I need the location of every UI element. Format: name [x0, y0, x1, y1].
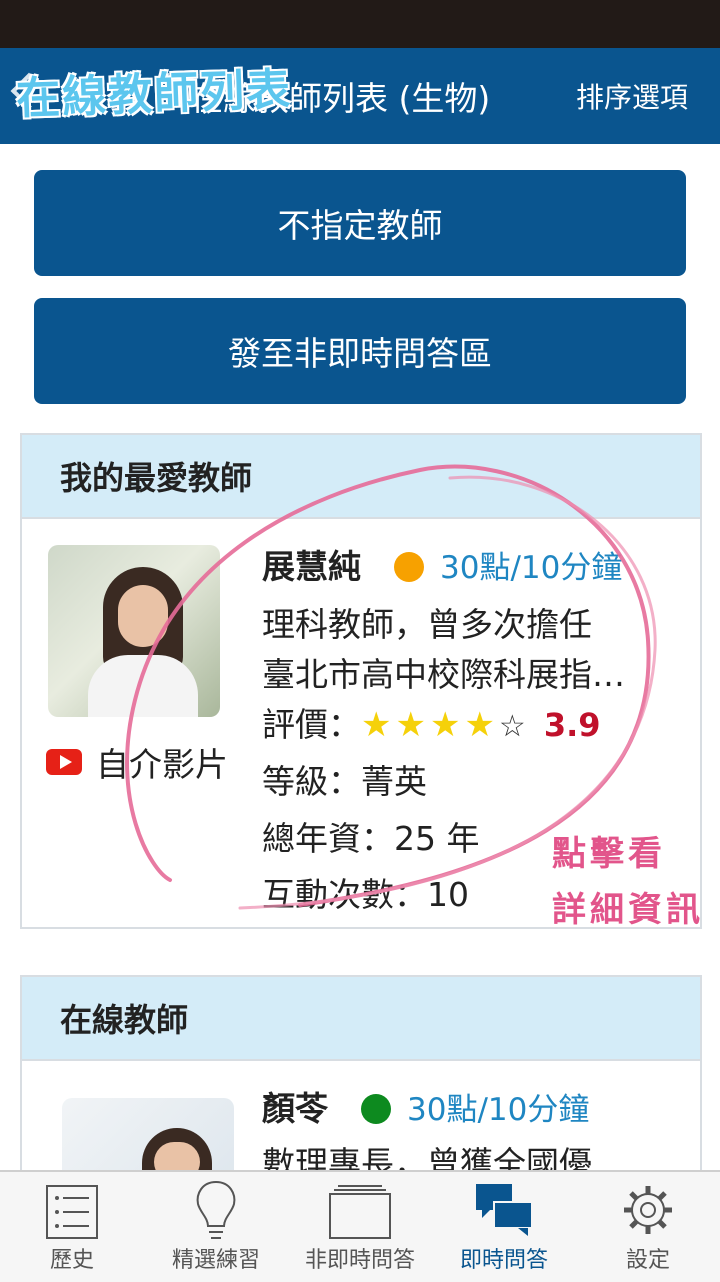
- teacher-photo-online[interactable]: [62, 1098, 234, 1178]
- annotation-line2: 詳細資訊: [552, 890, 704, 930]
- lightbulb-icon: [196, 1180, 236, 1239]
- tab-label: 歷史: [49, 1248, 94, 1273]
- tab-label: 設定: [625, 1248, 670, 1273]
- tab-realtime[interactable]: 即時問答: [432, 1172, 576, 1282]
- stack-icon: [329, 1185, 391, 1239]
- gear-icon: [624, 1186, 672, 1234]
- online-header: 在線教師: [22, 977, 700, 1061]
- tab-practice[interactable]: 精選練習: [144, 1172, 288, 1282]
- teacher-price: 30點/10分鐘: [407, 1092, 590, 1128]
- chat-bubbles-icon: [476, 1184, 533, 1236]
- teacher-card-online[interactable]: 顏苓 30點/10分鐘: [262, 1082, 589, 1130]
- tab-label: 即時問答: [459, 1248, 548, 1273]
- teacher-name: 顏苓: [262, 1089, 328, 1128]
- history-icon: [46, 1185, 98, 1239]
- tab-history[interactable]: 歷史: [0, 1172, 144, 1282]
- tab-settings[interactable]: 設定: [576, 1172, 720, 1282]
- tab-non-realtime[interactable]: 非即時問答: [288, 1172, 432, 1282]
- tab-bar: 歷史 精選練習 非即時問答 即時問答 設定: [0, 1170, 720, 1282]
- tab-label: 精選練習: [171, 1248, 260, 1273]
- status-dot-icon: [360, 1094, 391, 1124]
- tab-label: 非即時問答: [304, 1248, 415, 1273]
- annotation-line1: 點擊看: [552, 834, 666, 874]
